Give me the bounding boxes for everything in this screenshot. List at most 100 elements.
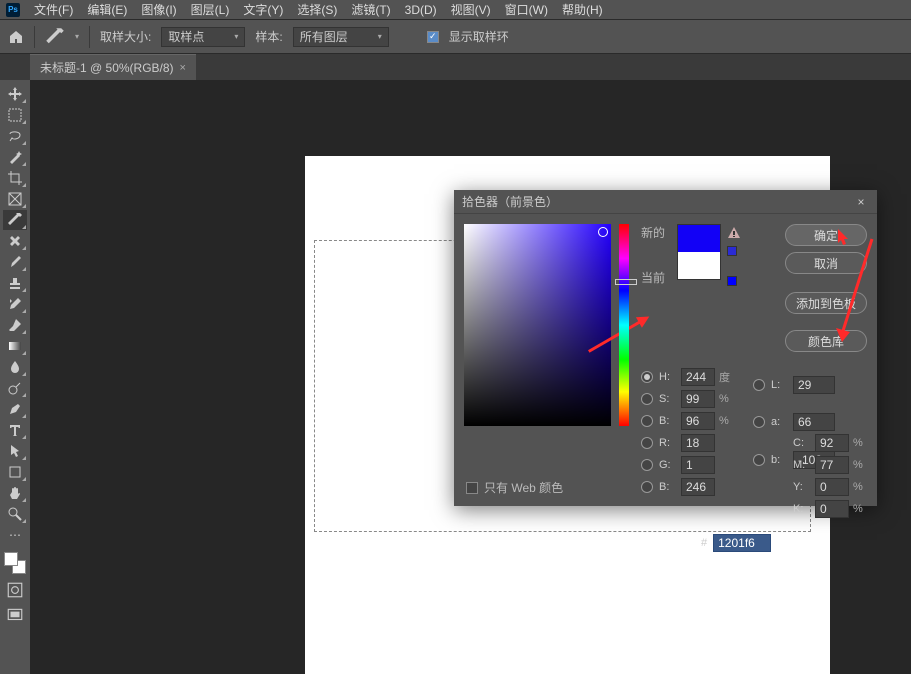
menu-type[interactable]: 文字(Y) [243, 1, 283, 18]
bc-radio[interactable] [641, 481, 653, 493]
sv-cursor-icon [598, 227, 608, 237]
frame-tool-icon[interactable] [3, 189, 27, 209]
close-icon[interactable]: × [853, 194, 869, 210]
h-radio[interactable] [641, 371, 653, 383]
menu-layer[interactable]: 图层(L) [191, 1, 230, 18]
lasso-tool-icon[interactable] [3, 126, 27, 146]
l-input[interactable] [793, 376, 835, 394]
sample-size-dropdown[interactable]: 取样点 ▾ [161, 27, 245, 47]
eyedropper-tool-icon[interactable] [3, 210, 27, 230]
more-tools-icon[interactable]: ⋯ [3, 525, 27, 545]
lab-b-radio[interactable] [753, 454, 765, 466]
path-select-tool-icon[interactable] [3, 441, 27, 461]
foreground-swatch[interactable] [4, 552, 18, 566]
shape-tool-icon[interactable] [3, 462, 27, 482]
l-radio[interactable] [753, 379, 765, 391]
eraser-tool-icon[interactable] [3, 315, 27, 335]
move-tool-icon[interactable] [3, 84, 27, 104]
marquee-tool-icon[interactable] [3, 105, 27, 125]
dialog-titlebar[interactable]: 拾色器（前景色） × [454, 190, 877, 214]
home-icon[interactable] [8, 29, 24, 45]
current-color-swatch[interactable] [678, 252, 720, 279]
chevron-down-icon: ▾ [378, 32, 382, 41]
tab-title: 未标题-1 @ 50%(RGB/8) [40, 59, 174, 76]
websafe-swatch[interactable] [727, 276, 737, 286]
crop-tool-icon[interactable] [3, 168, 27, 188]
menu-3d[interactable]: 3D(D) [405, 3, 437, 17]
heal-tool-icon[interactable] [3, 231, 27, 251]
stamp-tool-icon[interactable] [3, 273, 27, 293]
menubar: Ps 文件(F) 编辑(E) 图像(I) 图层(L) 文字(Y) 选择(S) 滤… [0, 0, 911, 20]
menu-view[interactable]: 视图(V) [451, 1, 491, 18]
r-input[interactable] [681, 434, 715, 452]
bc-input[interactable] [681, 478, 715, 496]
y-label: Y: [793, 481, 809, 493]
g-input[interactable] [681, 456, 715, 474]
document-tab-bar: 未标题-1 @ 50%(RGB/8) × [0, 54, 911, 80]
pen-tool-icon[interactable] [3, 399, 27, 419]
menu-help[interactable]: 帮助(H) [562, 1, 603, 18]
screenmode-icon[interactable] [6, 606, 24, 624]
gradient-tool-icon[interactable] [3, 336, 27, 356]
y-unit: % [853, 481, 867, 493]
cancel-button[interactable]: 取消 [785, 252, 867, 274]
type-tool-icon[interactable] [3, 420, 27, 440]
color-swatches[interactable] [4, 552, 26, 574]
hue-cursor-icon [615, 279, 637, 285]
menu-image[interactable]: 图像(I) [141, 1, 176, 18]
add-swatch-button[interactable]: 添加到色板 [785, 292, 867, 314]
saturation-value-field[interactable] [464, 224, 611, 426]
a-input[interactable] [793, 413, 835, 431]
color-libraries-button[interactable]: 颜色库 [785, 330, 867, 352]
sample-dropdown[interactable]: 所有图层 ▾ [293, 27, 389, 47]
wand-tool-icon[interactable] [3, 147, 27, 167]
menu-filter[interactable]: 滤镜(T) [351, 1, 390, 18]
k-label: K: [793, 503, 809, 515]
s-radio[interactable] [641, 393, 653, 405]
g-radio[interactable] [641, 459, 653, 471]
h-unit: 度 [719, 369, 735, 385]
menu-window[interactable]: 窗口(W) [505, 1, 548, 18]
tool-dropdown-icon[interactable]: ▾ [75, 32, 79, 41]
show-ring-checkbox[interactable]: ✓ [427, 31, 439, 43]
history-brush-tool-icon[interactable] [3, 294, 27, 314]
s-input[interactable] [681, 390, 715, 408]
cancel-button-label: 取消 [814, 255, 838, 272]
r-radio[interactable] [641, 437, 653, 449]
menu-file[interactable]: 文件(F) [34, 1, 73, 18]
a-radio[interactable] [753, 416, 765, 428]
gamut-warning-icon[interactable] [727, 226, 741, 240]
hue-slider[interactable] [619, 224, 629, 426]
hex-input[interactable] [713, 534, 771, 552]
web-only-checkbox-row[interactable]: 只有 Web 颜色 [466, 479, 563, 496]
bv-input[interactable] [681, 412, 715, 430]
c-input[interactable] [815, 434, 849, 452]
ok-button[interactable]: 确定 [785, 224, 867, 246]
web-only-checkbox[interactable] [466, 482, 478, 494]
menu-select[interactable]: 选择(S) [297, 1, 337, 18]
hand-tool-icon[interactable] [3, 483, 27, 503]
dialog-title: 拾色器（前景色） [462, 193, 558, 210]
h-input[interactable] [681, 368, 715, 386]
quickmask-icon[interactable] [6, 581, 24, 599]
k-input[interactable] [815, 500, 849, 518]
menu-edit[interactable]: 编辑(E) [87, 1, 127, 18]
y-input[interactable] [815, 478, 849, 496]
canvas-area[interactable]: 拾色器（前景色） × 新的 [30, 80, 911, 674]
sample-label: 样本: [255, 28, 282, 45]
bv-radio[interactable] [641, 415, 653, 427]
m-label: M: [793, 459, 809, 471]
eyedropper-tool-icon[interactable] [45, 27, 65, 47]
brush-tool-icon[interactable] [3, 252, 27, 272]
hex-symbol: # [701, 537, 707, 549]
r-label: R: [659, 437, 677, 449]
color-picker-dialog: 拾色器（前景色） × 新的 [454, 190, 877, 506]
close-icon[interactable]: × [180, 62, 186, 74]
m-input[interactable] [815, 456, 849, 474]
document-tab[interactable]: 未标题-1 @ 50%(RGB/8) × [30, 54, 196, 80]
blur-tool-icon[interactable] [3, 357, 27, 377]
dodge-tool-icon[interactable] [3, 378, 27, 398]
gamut-safe-swatch[interactable] [727, 246, 737, 256]
separator [89, 26, 90, 48]
zoom-tool-icon[interactable] [3, 504, 27, 524]
